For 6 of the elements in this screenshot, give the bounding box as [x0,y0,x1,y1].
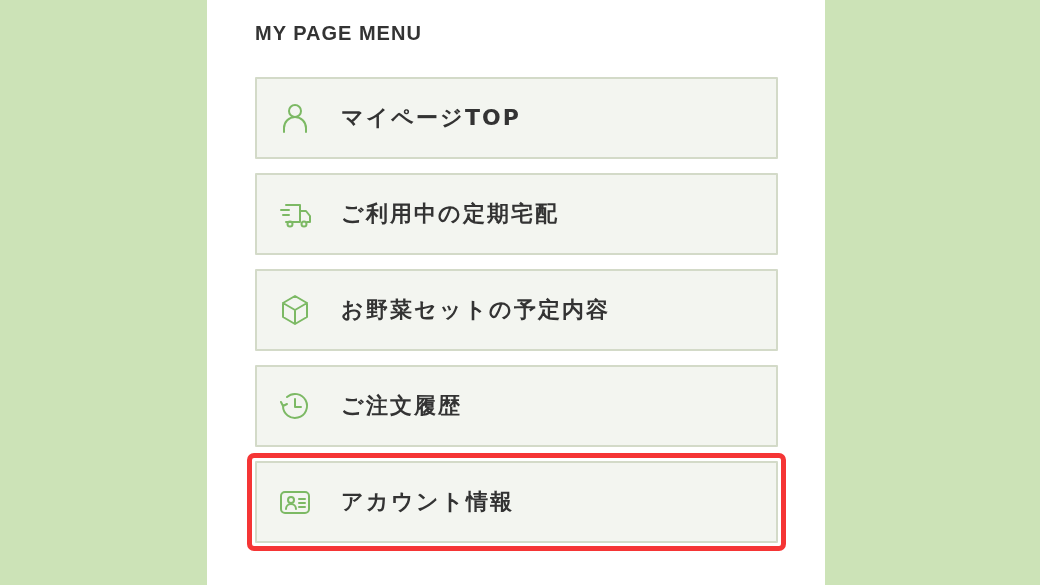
menu-title: MY PAGE MENU [255,22,423,45]
menu-item[interactable]: マイページTOP [255,77,778,159]
menu-item[interactable]: お野菜セットの予定内容 [255,269,778,351]
menu-item[interactable]: ご注文履歴 [255,365,778,447]
menu-item[interactable]: ご利用中の定期宅配 [255,173,778,255]
menu-item[interactable]: アカウント情報 [255,461,778,543]
